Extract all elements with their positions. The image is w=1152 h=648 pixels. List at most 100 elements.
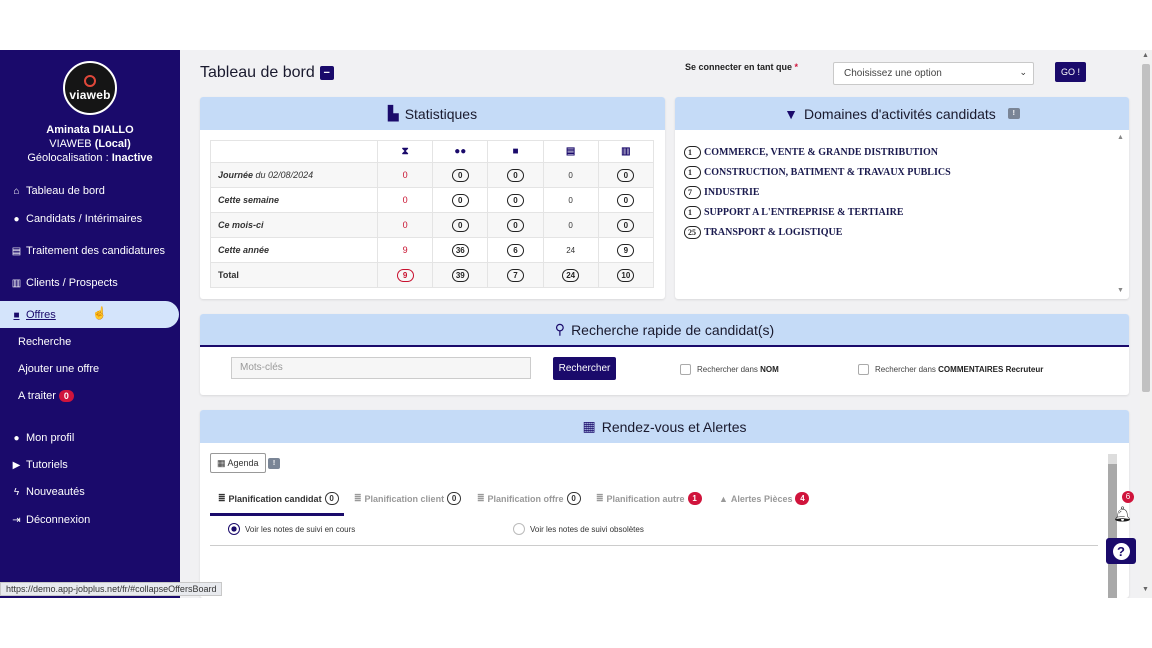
tab-offer-planning[interactable]: ≣ Planification offre 0 (477, 492, 581, 505)
logout-icon: ⇥ (12, 514, 21, 526)
quick-search-card: ⚲ Recherche rapide de candidat(s) Mots-c… (200, 314, 1129, 395)
list-icon: ≣ (218, 493, 226, 503)
connect-as-select[interactable]: Choisissez une option ⌄ (833, 62, 1034, 85)
video-icon: ▶ (12, 459, 21, 471)
sidebar-item-news[interactable]: ϟ Nouveautés (11, 486, 85, 498)
to-process-badge: 0 (58, 390, 74, 402)
chevron-down-icon: ⌄ (1019, 67, 1027, 77)
app-frame: viaweb Aminata DIALLO VIAWEB (Local) Géo… (0, 50, 1152, 598)
list-icon: ≣ (596, 493, 604, 503)
bell-icon[interactable]: 🔔︎ (1113, 505, 1132, 523)
domains-list: 1 COMMERCE, VENTE & GRANDE DISTRIBUTION 1… (684, 146, 951, 246)
briefcase-icon: ■ (13, 309, 20, 321)
table-row: Cette année 9 36 6 24 9 (210, 237, 655, 263)
users-icon: ●● (432, 140, 489, 163)
stats-card: ▙ Statistiques ⧗ ●● ■ ▤ ▥ Journée du 02/… (200, 97, 665, 299)
scroll-up-icon[interactable]: ▲ (1142, 52, 1149, 59)
hand-cursor-icon: ☝ (92, 306, 107, 320)
bolt-icon: ϟ (13, 486, 20, 498)
users-icon: ● (13, 213, 20, 225)
tab-candidate-planning[interactable]: ≣ Planification candidat 0 (218, 492, 339, 505)
calendar-icon: ▦ (217, 458, 226, 468)
avatar-logo-text: viaweb (69, 87, 111, 102)
sidebar-item-clients[interactable]: ▥ Clients / Prospects (11, 277, 118, 289)
user-geolocation: Géolocalisation : Inactive (27, 152, 153, 164)
list-icon: ≣ (477, 493, 485, 503)
filter-icon: ▼ (784, 105, 799, 122)
stats-card-header[interactable]: ▙ Statistiques (200, 97, 665, 130)
table-row: Cette semaine 0 0 0 0 0 (210, 187, 655, 213)
building-icon: ▥ (597, 140, 655, 163)
sidebar-subitem-to-process[interactable]: A traiter 0 (18, 390, 74, 402)
scrollbar-thumb[interactable] (1142, 64, 1150, 392)
info-icon[interactable]: ! (268, 458, 280, 469)
sidebar-item-logout[interactable]: ⇥ Déconnexion (11, 514, 90, 526)
quick-search-header: ⚲ Recherche rapide de candidat(s) (200, 314, 1129, 347)
briefcase-icon: ■ (487, 140, 544, 163)
list-item[interactable]: 7 INDUSTRIE (684, 186, 951, 199)
info-icon[interactable]: ! (1007, 108, 1020, 119)
list-item[interactable]: 25 TRANSPORT & LOGISTIQUE (684, 226, 951, 239)
tab-other-planning[interactable]: ≣ Planification autre 1 (596, 492, 702, 505)
keywords-input[interactable]: Mots-clés (231, 357, 531, 379)
hourglass-icon: ⧗ (376, 140, 434, 163)
question-icon: ? (1112, 542, 1130, 560)
user-name: Aminata DIALLO (46, 124, 134, 136)
appointments-header: ▦ Rendez-vous et Alertes (200, 410, 1129, 443)
area-chart-icon: ▙ (387, 105, 399, 121)
page-scrollbar[interactable]: ▲ ▼ (1140, 50, 1152, 598)
table-row-total: Total 9 39 7 24 10 (210, 262, 655, 288)
sidebar-item-dashboard[interactable]: ⌂ Tableau de bord (11, 185, 104, 197)
table-row: Ce mois-ci 0 0 0 0 0 (210, 212, 655, 238)
sidebar-subitem-search[interactable]: Recherche (18, 336, 71, 348)
status-bar-url: https://demo.app-jobplus.net/fr/#collaps… (0, 582, 223, 596)
page-title: Tableau de bord − (200, 64, 334, 82)
list-item[interactable]: 1 CONSTRUCTION, BATIMENT & TRAVAUX PUBLIC… (684, 166, 951, 179)
user-company: VIAWEB (Local) (49, 138, 131, 150)
appointments-card: ▦ Rendez-vous et Alertes ▦ Agenda ! ≣ Pla… (200, 410, 1129, 598)
list-item[interactable]: 1 COMMERCE, VENTE & GRANDE DISTRIBUTION (684, 146, 951, 159)
help-button[interactable]: ? (1106, 538, 1136, 564)
tab-client-planning[interactable]: ≣ Planification client 0 (354, 492, 462, 505)
avatar[interactable]: viaweb (63, 61, 117, 115)
warning-icon: ▲ (719, 493, 728, 504)
table-row: Journée du 02/08/2024 0 0 0 0 0 (210, 162, 655, 188)
search-in-comments-checkbox[interactable]: Rechercher dans COMMENTAIRES Recruteur (858, 364, 1043, 375)
home-icon: ⌂ (13, 185, 20, 197)
building-icon: ▥ (11, 277, 22, 289)
sidebar-item-candidates[interactable]: ● Candidats / Intérimaires (11, 213, 142, 225)
search-in-name-checkbox[interactable]: Rechercher dans NOM (680, 364, 779, 375)
sidebar-subitem-add-offer[interactable]: Ajouter une offre (18, 363, 99, 375)
divider (210, 545, 1098, 546)
current-notes-radio[interactable]: Voir les notes de suivi en cours (228, 523, 355, 535)
domains-card-header[interactable]: ▼ Domaines d'activités candidats ! (675, 97, 1129, 130)
tab-document-alerts[interactable]: ▲ Alertes Pièces 4 (719, 492, 810, 505)
user-icon: ● (13, 432, 20, 444)
list-icon: ≣ (354, 493, 362, 503)
active-tab-indicator (210, 513, 344, 516)
sidebar-item-tutorials[interactable]: ▶ Tutoriels (11, 459, 68, 471)
viaweb-logo-icon (84, 74, 96, 87)
file-icon: ▤ (11, 245, 22, 257)
domains-card: ▼ Domaines d'activités candidats ! 1 COMM… (675, 97, 1129, 299)
search-button[interactable]: Rechercher (553, 357, 616, 380)
search-icon: ⚲ (554, 321, 566, 337)
agenda-button[interactable]: ▦ Agenda (210, 453, 266, 473)
scroll-down-icon[interactable]: ▼ (1117, 287, 1126, 294)
go-button[interactable]: GO ! (1055, 62, 1086, 82)
calendar-icon: ▦ (582, 418, 596, 434)
list-item[interactable]: 1 SUPPORT A L'ENTREPRISE & TERTIAIRE (684, 206, 951, 219)
connect-as-label: Se connecter en tant que * (685, 62, 799, 72)
inner-scrollbar[interactable] (1108, 454, 1117, 598)
sidebar-item-applications[interactable]: ▤ Traitement des candidatures (11, 245, 165, 257)
scroll-down-icon[interactable]: ▼ (1142, 586, 1149, 593)
file-icon: ▤ (542, 140, 599, 163)
sidebar-item-offers[interactable]: ■ Offres (11, 309, 55, 321)
obsolete-notes-radio[interactable]: Voir les notes de suivi obsolètes (513, 523, 644, 535)
scroll-up-icon[interactable]: ▲ (1117, 134, 1126, 141)
sidebar-item-profile[interactable]: ● Mon profil (11, 432, 74, 444)
stats-table: ⧗ ●● ■ ▤ ▥ Journée du 02/08/2024 0 0 0 0… (210, 140, 655, 288)
collapse-dashboard-icon[interactable]: − (319, 66, 334, 80)
sidebar: viaweb Aminata DIALLO VIAWEB (Local) Géo… (0, 50, 180, 598)
notification-badge: 6 (1122, 491, 1134, 503)
